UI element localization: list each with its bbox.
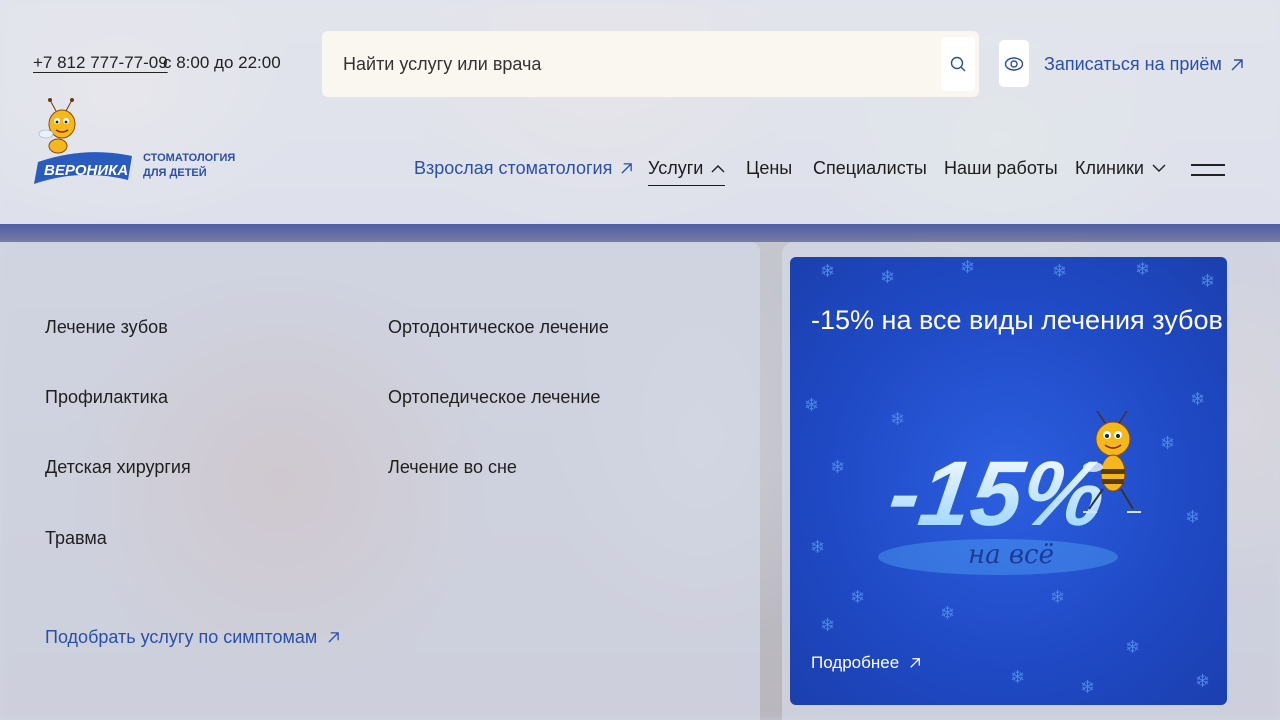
snowflake-icon: ❄ [1200, 271, 1216, 291]
arrow-up-right-icon [621, 163, 633, 174]
snowflake-icon: ❄ [940, 603, 956, 623]
service-link[interactable]: Детская хирургия [45, 457, 191, 478]
symptoms-link[interactable]: Подобрать услугу по симптомам [45, 627, 340, 648]
eye-icon [1004, 56, 1024, 71]
working-hours: с 8:00 до 22:00 [163, 53, 281, 72]
nav-prices[interactable]: Цены [746, 158, 792, 179]
snowflake-icon: ❄ [850, 587, 866, 607]
search-input[interactable] [322, 53, 941, 75]
nav-adult-label: Взрослая стоматология [414, 158, 613, 178]
chevron-up-icon [711, 165, 725, 173]
promo-discount-graphic: -15% на всё [878, 410, 1141, 575]
chevron-down-icon [1152, 164, 1166, 172]
promo-more-label: Подробнее [811, 653, 900, 672]
service-link[interactable]: Ортопедическое лечение [388, 387, 600, 408]
arrow-up-right-icon [910, 658, 921, 668]
promo-script-text: на всё [968, 540, 1054, 570]
search-bar [322, 31, 979, 97]
nav-adult-dentistry[interactable]: Взрослая стоматология [414, 158, 633, 179]
accessibility-button[interactable] [999, 40, 1029, 87]
appointment-label: Записаться на приём [1044, 54, 1222, 74]
snowflake-icon: ❄ [830, 457, 846, 477]
snowflake-icon: ❄ [1135, 259, 1151, 279]
promo-big-text: -15% [883, 441, 1112, 544]
symptoms-label: Подобрать услугу по симптомам [45, 627, 318, 647]
snowflake-icon: ❄ [1052, 261, 1068, 281]
snowflake-icon: ❄ [810, 537, 826, 557]
svg-text:ВЕРОНИКА: ВЕРОНИКА [44, 162, 128, 179]
nav-clinics-label: Клиники [1075, 158, 1144, 178]
snowflake-icon: ❄ [960, 257, 976, 277]
promo-banner[interactable]: ❄ ❄ ❄ ❄ ❄ ❄ ❄ ❄ ❄ ❄ ❄ ❄ ❄ ❄ ❄ ❄ ❄ ❄ ❄ ❄ … [790, 257, 1227, 705]
arrow-up-right-icon [328, 632, 340, 643]
logo-subtitle: СТОМАТОЛОГИЯ ДЛЯ ДЕТЕЙ [143, 151, 235, 181]
phone-link[interactable]: +7 812 777-77-09 [33, 53, 168, 73]
nav-our-works[interactable]: Наши работы [944, 158, 1058, 179]
promo-more-link[interactable]: Подробнее [811, 653, 921, 673]
snowflake-icon: ❄ [1185, 507, 1201, 527]
snowflake-icon: ❄ [1195, 671, 1211, 691]
logo-subtitle-line2: ДЛЯ ДЕТЕЙ [143, 167, 207, 179]
appointment-link[interactable]: Записаться на приём [1044, 54, 1244, 75]
nav-services-label: Услуги [648, 158, 704, 178]
services-dropdown [0, 242, 760, 720]
arrow-up-right-icon [1231, 58, 1243, 70]
nav-services[interactable]: Услуги [648, 158, 726, 186]
snowflake-icon: ❄ [1080, 677, 1096, 697]
snowflake-icon: ❄ [880, 267, 896, 287]
service-link[interactable]: Профилактика [45, 387, 168, 408]
snowflake-icon: ❄ [1125, 637, 1141, 657]
snowflake-icon: ❄ [1050, 587, 1066, 607]
snowflake-icon: ❄ [820, 615, 836, 635]
snowflake-icon: ❄ [1190, 389, 1206, 409]
menu-icon[interactable] [1191, 164, 1225, 178]
service-link[interactable]: Травма [45, 528, 107, 549]
service-link[interactable]: Ортодонтическое лечение [388, 317, 609, 338]
search-button[interactable] [941, 37, 975, 91]
snowflake-icon: ❄ [804, 395, 820, 415]
header-shadow [0, 224, 1280, 242]
nav-specialists[interactable]: Специалисты [813, 158, 927, 179]
search-icon [950, 56, 966, 72]
promo-title: -15% на все виды лечения зубов [811, 305, 1223, 335]
service-link[interactable]: Лечение зубов [45, 317, 168, 338]
nav-clinics[interactable]: Клиники [1075, 158, 1166, 179]
snowflake-icon: ❄ [820, 261, 836, 281]
logo-subtitle-line1: СТОМАТОЛОГИЯ [143, 152, 236, 164]
snowflake-icon: ❄ [1010, 667, 1026, 687]
service-link[interactable]: Лечение во сне [388, 457, 517, 478]
